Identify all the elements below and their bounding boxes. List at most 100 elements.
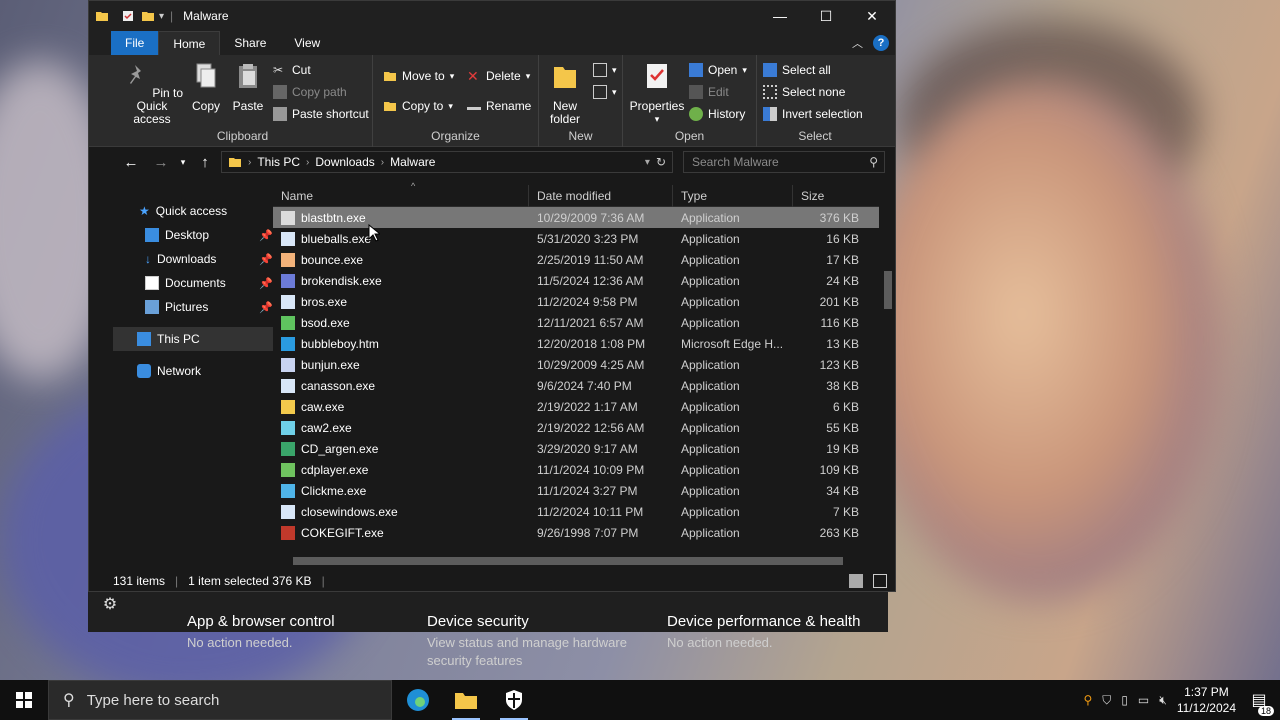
pin-icon[interactable]: 📌 (259, 253, 273, 266)
taskbar-search[interactable]: ⚲ Type here to search (48, 680, 392, 720)
close-button[interactable]: ✕ (849, 1, 895, 31)
tile-device-security[interactable]: Device security View status and manage h… (427, 613, 627, 670)
file-row[interactable]: Clickme.exe 11/1/2024 3:27 PM Application 3… (273, 480, 879, 501)
file-row[interactable]: caw.exe 2/19/2022 1:17 AM Application 6 KB (273, 396, 879, 417)
nav-pictures[interactable]: Pictures 📌 (113, 295, 273, 319)
new-folder-button[interactable]: New folder (543, 61, 587, 126)
file-row[interactable]: canasson.exe 9/6/2024 7:40 PM Application 3… (273, 375, 879, 396)
select-none-button[interactable]: Select none (763, 85, 845, 99)
edit-button[interactable]: Edit (689, 85, 729, 99)
vertical-scrollbar[interactable] (881, 185, 895, 555)
new-folder-quick-icon[interactable] (141, 9, 155, 23)
chevron-down-icon[interactable]: ▾ (645, 157, 650, 168)
copy-path-button[interactable]: Copy path (273, 85, 347, 99)
column-type[interactable]: Type (673, 185, 793, 207)
file-row[interactable]: blueballs.exe 5/31/2020 3:23 PM Applicatio… (273, 228, 879, 249)
back-arrow-icon[interactable]: ← (121, 154, 141, 171)
column-date-modified[interactable]: Date modified (529, 185, 673, 207)
cut-button[interactable]: ✂ Cut (273, 63, 311, 77)
file-row[interactable]: bunjun.exe 10/29/2009 4:25 AM Application 1… (273, 354, 879, 375)
up-arrow-icon[interactable]: ↑ (195, 154, 215, 171)
tab-view[interactable]: View (280, 31, 334, 55)
properties-button[interactable]: Properties ▾ (627, 61, 687, 126)
tab-share[interactable]: Share (220, 31, 280, 55)
column-name[interactable]: Name (273, 185, 529, 207)
file-row[interactable]: COKEGIFT.exe 9/26/1998 7:07 PM Application… (273, 522, 879, 543)
scroll-thumb[interactable] (293, 557, 843, 565)
breadcrumb-this-pc[interactable]: This PC (257, 155, 300, 169)
pin-icon[interactable]: 📌 (259, 277, 273, 290)
large-icons-view-icon[interactable] (873, 574, 887, 588)
title-bar[interactable]: ▾ | Malware — ☐ ✕ (89, 1, 895, 31)
file-row[interactable]: blastbtn.exe 10/29/2009 7:36 AM Applicatio… (273, 207, 879, 228)
pin-icon[interactable]: 📌 (259, 229, 273, 242)
usb-icon[interactable]: ▯ (1121, 693, 1128, 707)
pin-to-quick-access-button[interactable]: Pin to Quick access (119, 61, 185, 126)
file-row[interactable]: closewindows.exe 11/2/2024 10:11 PM Applic… (273, 501, 879, 522)
copy-button[interactable]: Copy (189, 61, 223, 113)
details-view-icon[interactable] (849, 574, 863, 588)
collapse-ribbon-icon[interactable]: ︿ (852, 35, 863, 51)
notification-center-button[interactable]: ▤ 18 (1246, 690, 1274, 716)
mouse-cursor-icon (368, 224, 380, 242)
breadcrumb-malware[interactable]: Malware (390, 155, 435, 169)
address-bar[interactable]: › This PC › Downloads › Malware ▾ ↻ (221, 151, 673, 173)
pin-icon[interactable]: 📌 (259, 301, 273, 314)
history-button[interactable]: History (689, 107, 745, 121)
nav-downloads[interactable]: ↓ Downloads 📌 (113, 247, 273, 271)
file-row[interactable]: bros.exe 11/2/2024 9:58 PM Application 201 … (273, 291, 879, 312)
file-row[interactable]: bounce.exe 2/25/2019 11:50 AM Application 1… (273, 249, 879, 270)
explorer-taskbar-button[interactable] (442, 680, 490, 720)
file-row[interactable]: CD_argen.exe 3/29/2020 9:17 AM Application… (273, 438, 879, 459)
button-label: History (708, 107, 746, 121)
horizontal-scrollbar[interactable] (273, 554, 879, 568)
copy-to-button[interactable]: Copy to ▾ (383, 99, 453, 113)
nav-quick-access[interactable]: ★ Quick access (113, 199, 273, 223)
file-row[interactable]: cdplayer.exe 11/1/2024 10:09 PM Applicatio… (273, 459, 879, 480)
forward-arrow-icon[interactable]: → (151, 154, 171, 171)
edge-taskbar-button[interactable] (394, 680, 442, 720)
move-to-button[interactable]: Move to ▾ (383, 69, 454, 83)
file-row[interactable]: bubbleboy.htm 12/20/2018 1:08 PM Microsoft… (273, 333, 879, 354)
nav-this-pc[interactable]: This PC (113, 327, 273, 351)
nav-desktop[interactable]: Desktop 📌 (113, 223, 273, 247)
file-row[interactable]: caw2.exe 2/19/2022 12:56 AM Application 55 … (273, 417, 879, 438)
file-row[interactable]: bsod.exe 12/11/2021 6:57 AM Application 116… (273, 312, 879, 333)
settings-gear-icon[interactable]: ⚙ (100, 595, 120, 615)
easy-access-button[interactable]: ▾ (593, 85, 617, 99)
open-button[interactable]: Open ▾ (689, 63, 747, 77)
new-item-button[interactable]: ▾ (593, 63, 617, 77)
delete-button[interactable]: ✕ Delete ▾ (467, 69, 530, 83)
minimize-button[interactable]: — (757, 1, 803, 31)
maximize-button[interactable]: ☐ (803, 1, 849, 31)
breadcrumb-downloads[interactable]: Downloads (315, 155, 374, 169)
paste-shortcut-button[interactable]: Paste shortcut (273, 107, 369, 121)
defender-tray-icon[interactable]: ⛉ (1102, 693, 1111, 708)
scroll-thumb[interactable] (884, 271, 892, 309)
tile-app-browser[interactable]: App & browser control No action needed. (187, 613, 335, 652)
select-all-button[interactable]: Select all (763, 63, 831, 77)
start-button[interactable] (0, 680, 48, 720)
refresh-icon[interactable]: ↻ (656, 155, 666, 169)
properties-quick-icon[interactable] (121, 9, 135, 23)
nav-network[interactable]: Network (113, 359, 273, 383)
clock[interactable]: 1:37 PM 11/12/2024 (1177, 684, 1236, 716)
invert-selection-button[interactable]: Invert selection (763, 107, 863, 121)
tile-device-health[interactable]: Device performance & health No action ne… (667, 613, 867, 652)
volume-muted-icon[interactable]: 🔇︎ (1159, 693, 1167, 708)
column-size[interactable]: Size (793, 185, 867, 207)
paste-button[interactable]: Paste (229, 61, 267, 113)
nav-documents[interactable]: Documents 📌 (113, 271, 273, 295)
customize-toolbar-icon[interactable]: ▾ (159, 11, 164, 22)
recent-locations-icon[interactable]: ▾ (173, 157, 193, 168)
search-input[interactable]: Search Malware ⚲ (683, 151, 885, 173)
network-icon[interactable]: ▭ (1138, 693, 1149, 707)
help-icon[interactable]: ? (873, 35, 889, 51)
file-row[interactable]: brokendisk.exe 11/5/2024 12:36 AM Applicat… (273, 270, 879, 291)
search-tray-icon[interactable]: ⚲ (1084, 693, 1093, 707)
tab-home[interactable]: Home (158, 31, 221, 55)
file-date: 10/29/2009 4:25 AM (537, 357, 645, 372)
rename-button[interactable]: Rename (467, 99, 531, 113)
tab-file[interactable]: File (111, 31, 159, 55)
security-taskbar-button[interactable] (490, 680, 538, 720)
